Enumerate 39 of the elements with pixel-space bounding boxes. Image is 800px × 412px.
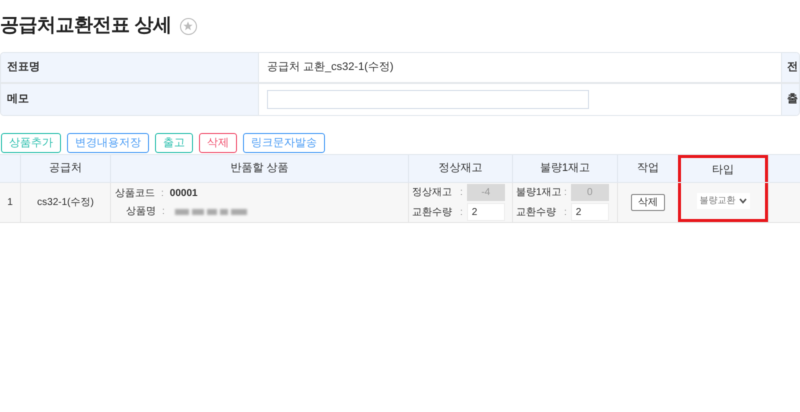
field-label: 상품명 bbox=[126, 205, 156, 219]
type-dropdown[interactable]: 불량교환 bbox=[696, 193, 750, 209]
field-label: 전표명 bbox=[7, 60, 40, 76]
colon-text: : bbox=[460, 206, 463, 220]
colon-text: : bbox=[162, 205, 165, 219]
column-header: 작업 bbox=[617, 155, 678, 182]
field-label: 교환수량 bbox=[516, 206, 557, 220]
table-cell-text: cs32-1(수정) bbox=[37, 196, 94, 210]
column-header: 공급처 bbox=[20, 155, 110, 182]
page-title: 공급처교환전표 상세 bbox=[0, 14, 172, 38]
column-header: 불량1재고 bbox=[512, 155, 617, 182]
colon-text: : bbox=[460, 186, 463, 200]
field-label: 출 bbox=[787, 92, 798, 108]
field-value: 공급처 교환_cs32-1(수정) bbox=[267, 60, 394, 76]
delete-button[interactable]: 삭제 bbox=[631, 194, 665, 211]
memo-input-field[interactable] bbox=[267, 90, 589, 109]
quantity-input-field[interactable]: 2 bbox=[466, 203, 505, 221]
field-label: 교환수량 bbox=[412, 206, 453, 220]
column-header: 정상재고 bbox=[408, 155, 512, 182]
field-label: 메모 bbox=[7, 92, 29, 108]
field-label: 불량1재고 bbox=[516, 186, 560, 200]
stock-field[interactable]: 0 bbox=[570, 184, 609, 201]
action-button[interactable]: 상품추가 bbox=[1, 133, 61, 153]
field-label: 상품코드 bbox=[115, 187, 155, 201]
action-button[interactable]: 링크문자발송 bbox=[243, 133, 325, 153]
caret-icon bbox=[738, 198, 746, 204]
colon-text: : bbox=[564, 206, 567, 220]
stock-field[interactable]: -4 bbox=[466, 184, 505, 201]
row-number: 1 bbox=[7, 196, 13, 210]
quantity-input-field[interactable]: 2 bbox=[570, 203, 609, 221]
colon-text: : bbox=[161, 187, 164, 201]
field-label: 전 bbox=[787, 60, 798, 76]
product-code: 00001 bbox=[170, 187, 198, 201]
colon-text: : bbox=[564, 186, 567, 200]
action-button[interactable]: 삭제 bbox=[199, 133, 237, 153]
action-button[interactable]: 변경내용저장 bbox=[67, 133, 149, 153]
field-label: 정상재고 bbox=[412, 186, 453, 200]
column-header: 반품할 상품 bbox=[110, 155, 408, 182]
action-button[interactable]: 출고 bbox=[155, 133, 193, 153]
